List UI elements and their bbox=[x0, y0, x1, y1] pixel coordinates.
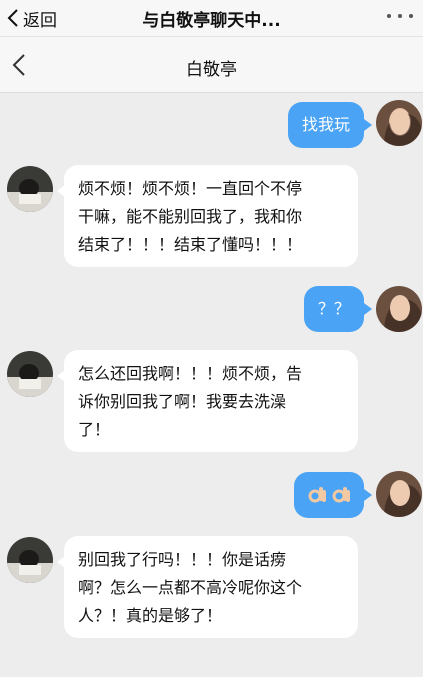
message-line: 结束了！！！结束了懂吗！！！ bbox=[78, 235, 303, 254]
message-bubble-sent[interactable] bbox=[294, 472, 364, 518]
self-avatar-icon bbox=[376, 100, 422, 146]
chat-message-list[interactable]: 找我玩 烦不烦！烦不烦！一直回个不停 干嘛，能不能别回我了，我和你 结束了！！！… bbox=[0, 93, 423, 677]
bubble-tail bbox=[364, 303, 372, 315]
message-line: 了！ bbox=[78, 420, 111, 439]
self-avatar-icon bbox=[376, 286, 422, 332]
contact-avatar-icon bbox=[7, 537, 53, 583]
avatar-self[interactable] bbox=[376, 471, 422, 517]
avatar-contact[interactable] bbox=[7, 166, 53, 212]
message-bubble-sent[interactable]: 找我玩 bbox=[288, 102, 364, 148]
message-line: 怎么还回我啊！！！烦不烦，告 bbox=[78, 364, 303, 383]
message-bubble-sent[interactable]: ？？ bbox=[304, 286, 364, 332]
chat-nav-bar: 白敬亭 bbox=[0, 37, 423, 93]
bubble-tail bbox=[364, 119, 372, 131]
message-line: 诉你别回我了啊！我要去洗澡 bbox=[78, 392, 287, 411]
ok-hand-icon bbox=[332, 487, 350, 503]
chat-header-title: 与白敬亭聊天中... bbox=[142, 11, 281, 31]
more-options-icon[interactable] bbox=[385, 8, 415, 24]
message-bubble-received[interactable]: 怎么还回我啊！！！烦不烦，告 诉你别回我了啊！我要去洗澡 了！ bbox=[64, 350, 358, 452]
avatar-self[interactable] bbox=[376, 286, 422, 332]
avatar-contact[interactable] bbox=[7, 537, 53, 583]
ok-hand-icon bbox=[308, 487, 326, 503]
ok-hand-emoji-pair bbox=[306, 484, 352, 506]
message-text: 找我玩 bbox=[302, 115, 351, 134]
avatar-contact[interactable] bbox=[7, 351, 53, 397]
message-line: 烦不烦！烦不烦！一直回个不停 bbox=[78, 179, 303, 198]
contact-avatar-icon bbox=[7, 351, 53, 397]
message-line: 人？！真的是够了！ bbox=[78, 606, 223, 625]
self-avatar-icon bbox=[376, 471, 422, 517]
message-text: ？？ bbox=[318, 299, 351, 318]
avatar-self[interactable] bbox=[376, 100, 422, 146]
message-bubble-received[interactable]: 烦不烦！烦不烦！一直回个不停 干嘛，能不能别回我了，我和你 结束了！！！结束了懂… bbox=[64, 165, 358, 267]
message-line: 干嘛，能不能别回我了，我和你 bbox=[78, 207, 303, 226]
bubble-tail bbox=[364, 489, 372, 501]
top-status-bar: 返回 与白敬亭聊天中... bbox=[0, 0, 423, 37]
contact-avatar-icon bbox=[7, 166, 53, 212]
message-line: 别回我了行吗！！！你是话痨 bbox=[78, 550, 287, 569]
message-line: 啊？怎么一点都不高冷呢你这个 bbox=[78, 578, 303, 597]
message-bubble-received[interactable]: 别回我了行吗！！！你是话痨 啊？怎么一点都不高冷呢你这个 人？！真的是够了！ bbox=[64, 536, 358, 638]
contact-name: 白敬亭 bbox=[186, 60, 237, 80]
